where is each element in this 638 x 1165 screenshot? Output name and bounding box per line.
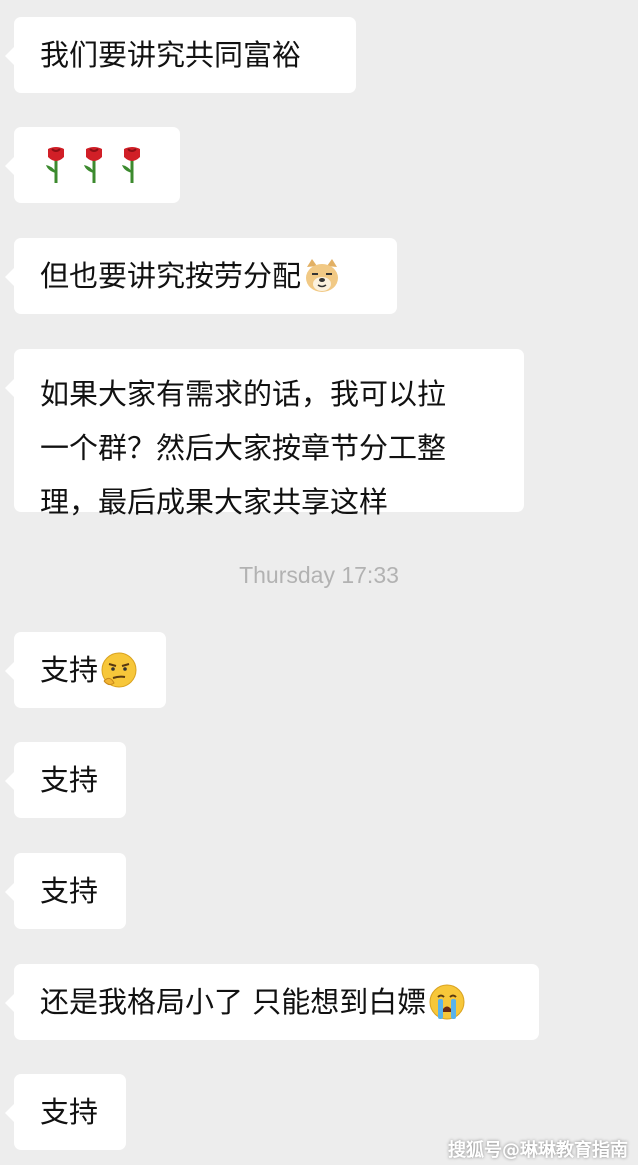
message-text-line: 如果大家有需求的话，我可以拉 [40,377,447,411]
rose-emoji [122,147,140,183]
message-text: 但也要讲究按劳分配 [40,259,302,293]
rose-emoji [46,147,64,183]
doge-emoji [306,259,339,292]
message-text: 支持 [40,653,99,687]
message-bubble[interactable]: 如果大家有需求的话，我可以拉 一个群？然后大家按章节分工整 理，最后成果大家共享… [5,349,524,519]
message-text-line: 一个群？然后大家按章节分工整 [40,431,447,465]
message-bubble[interactable]: 支持 [5,632,166,708]
message-bubble[interactable]: 但也要讲究按劳分配 [5,238,397,314]
message-bubble[interactable]: 支持 [5,1074,126,1150]
message-text: 还是我格局小了 只能想到白嫖 [40,985,427,1019]
crying-emoji [429,984,465,1020]
message-text: 支持 [40,874,99,908]
rose-emoji-group [40,145,148,185]
message-bubble[interactable]: 支持 [5,853,126,929]
message-bubble[interactable]: 还是我格局小了 只能想到白嫖 [5,964,539,1040]
timestamp: Thursday 17:33 [239,562,399,588]
watermark: 搜狐号@琳琳教育指南 [448,1140,628,1161]
rose-emoji [84,147,102,183]
message-text-line: 理，最后成果大家共享这样 [40,485,389,519]
message-bubble[interactable]: 我们要讲究共同富裕 [5,17,356,93]
message-bubble[interactable]: 支持 [5,742,126,818]
message-text: 我们要讲究共同富裕 [40,38,302,72]
message-bubble[interactable] [5,127,180,203]
message-text: 支持 [40,763,99,797]
smirk-emoji [101,652,137,688]
message-text: 支持 [40,1095,99,1129]
